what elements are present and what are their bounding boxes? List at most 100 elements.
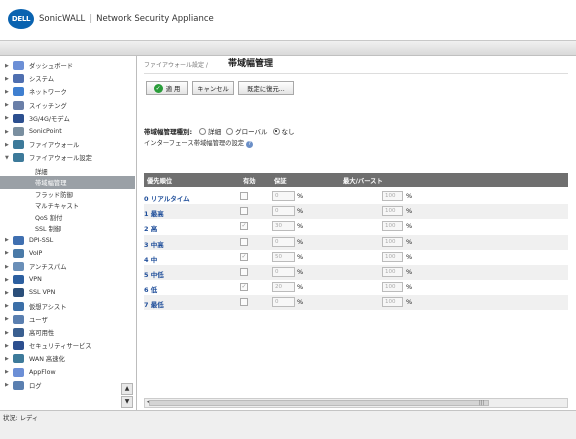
max-burst-input[interactable]: 100: [382, 297, 403, 308]
sidebar-item-ssl-vpn[interactable]: ▶ SSL VPN: [0, 286, 135, 299]
scroll-up-icon[interactable]: ▲: [121, 383, 133, 395]
priority-label[interactable]: 2 高: [144, 223, 157, 233]
sidebar-item-wan-acceleration[interactable]: ▶ WAN 高速化: [0, 352, 135, 365]
sidebar-item-appflow[interactable]: ▶ AppFlow: [0, 366, 135, 379]
max-burst-input[interactable]: 100: [382, 221, 403, 232]
expand-right-icon[interactable]: ▶: [5, 63, 9, 69]
enabled-checkbox[interactable]: [240, 237, 248, 246]
guaranteed-input[interactable]: 0: [272, 236, 295, 247]
restore-defaults-button[interactable]: 既定に復元...: [238, 81, 294, 95]
enabled-checkbox[interactable]: [240, 268, 248, 276]
guaranteed-input[interactable]: 50: [272, 251, 295, 262]
sidebar-item-switching[interactable]: ▶ スイッチング: [0, 99, 135, 112]
scrollbar-thumb[interactable]: [149, 400, 489, 406]
expand-down-icon[interactable]: ▼: [5, 155, 9, 161]
expand-right-icon[interactable]: ▶: [5, 369, 9, 375]
sidebar-item-firewall[interactable]: ▶ ファイアウォール: [0, 138, 135, 151]
breadcrumb[interactable]: ファイアウォール設定 /: [144, 60, 208, 69]
max-burst-input[interactable]: 100: [382, 236, 403, 247]
sidebar-item-virtual-assist[interactable]: ▶ 仮想アシスト: [0, 300, 135, 313]
guaranteed-input[interactable]: 0: [272, 206, 295, 217]
vpn-icon: [13, 275, 24, 285]
expand-right-icon[interactable]: ▶: [5, 142, 9, 148]
max-burst-input[interactable]: 100: [382, 191, 403, 201]
max-burst-input[interactable]: 100: [382, 206, 403, 217]
sidebar-item-label: 高可用性: [29, 330, 55, 337]
expand-right-icon[interactable]: ▶: [5, 277, 9, 283]
max-burst-input[interactable]: 100: [382, 267, 403, 277]
sidebar-item-system[interactable]: ▶ システム: [0, 72, 135, 85]
sidebar-item-log[interactable]: ▶ ログ: [0, 379, 135, 392]
expand-right-icon[interactable]: ▶: [5, 89, 9, 95]
guaranteed-input[interactable]: 0: [272, 297, 295, 308]
percent-label: %: [406, 237, 413, 246]
sidebar-item-sonicpoint[interactable]: ▶ SonicPoint: [0, 125, 135, 138]
guaranteed-input[interactable]: 0: [272, 191, 295, 201]
expand-right-icon[interactable]: ▶: [5, 115, 9, 121]
horizontal-scrollbar[interactable]: ◂ |||: [144, 398, 568, 408]
priority-label[interactable]: 7 最低: [144, 299, 164, 309]
col-enabled: 有効: [243, 178, 256, 185]
expand-right-icon[interactable]: ▶: [5, 356, 9, 362]
sidebar-item-high-availability[interactable]: ▶ 高可用性: [0, 326, 135, 339]
priority-label[interactable]: 1 最高: [144, 208, 164, 218]
expand-right-icon[interactable]: ▶: [5, 129, 9, 135]
expand-right-icon[interactable]: ▶: [5, 264, 9, 270]
expand-right-icon[interactable]: ▶: [5, 250, 9, 256]
radio-none[interactable]: [272, 127, 280, 135]
cancel-button[interactable]: キャンセル: [192, 81, 234, 95]
system-icon: [13, 74, 24, 84]
sidebar-item-firewall-settings[interactable]: ▼ ファイアウォール設定: [0, 151, 135, 164]
max-burst-input[interactable]: 100: [382, 251, 403, 262]
sidebar-item-vpn[interactable]: ▶ VPN: [0, 273, 135, 286]
help-icon[interactable]: ?: [246, 141, 254, 148]
expand-right-icon[interactable]: ▶: [5, 76, 9, 82]
priority-label[interactable]: 3 中高: [144, 239, 164, 249]
expand-right-icon[interactable]: ▶: [5, 316, 9, 322]
guaranteed-input[interactable]: 20: [272, 282, 295, 293]
col-max-burst: 最大/バースト: [343, 178, 383, 185]
table-row: 7 最低 0% 100%: [144, 295, 568, 311]
expand-right-icon[interactable]: ▶: [5, 290, 9, 296]
sidebar-item-security-services[interactable]: ▶ セキュリティサービス: [0, 339, 135, 352]
max-burst-input[interactable]: 100: [382, 282, 403, 293]
enabled-checkbox[interactable]: ✓: [240, 283, 248, 292]
enabled-checkbox[interactable]: [240, 207, 248, 216]
expand-right-icon[interactable]: ▶: [5, 343, 9, 349]
enabled-checkbox[interactable]: [240, 192, 248, 200]
enabled-checkbox[interactable]: [240, 298, 248, 307]
expand-right-icon[interactable]: ▶: [5, 330, 9, 336]
sidebar-item-users[interactable]: ▶ ユーザ: [0, 313, 135, 326]
interface-bandwidth-link[interactable]: インターフェース帯域幅管理の設定?: [144, 138, 254, 148]
network-icon: [13, 87, 24, 97]
sidebar-nav: ▶ ダッシュボード ▶ システム ▶ ネットワーク ▶ スイッチング ▶ 3G/4G/モデム ▶ So…: [0, 56, 137, 410]
sidebar-item-network[interactable]: ▶ ネットワーク: [0, 85, 135, 98]
security-services-icon: [13, 341, 24, 351]
sidebar-item-dpi-ssl[interactable]: ▶ DPI-SSL: [0, 234, 135, 247]
sidebar-item-dashboard[interactable]: ▶ ダッシュボード: [0, 59, 135, 72]
radio-advanced[interactable]: [199, 127, 207, 135]
scroll-down-icon[interactable]: ▼: [121, 396, 133, 408]
priority-label[interactable]: 0 リアルタイム: [144, 193, 190, 203]
enabled-checkbox[interactable]: ✓: [240, 252, 248, 261]
expand-right-icon[interactable]: ▶: [5, 382, 9, 388]
expand-right-icon[interactable]: ▶: [5, 102, 9, 108]
expand-right-icon[interactable]: ▶: [5, 303, 9, 309]
enabled-checkbox[interactable]: ✓: [240, 222, 248, 231]
expand-right-icon[interactable]: ▶: [5, 237, 9, 243]
priority-label[interactable]: 5 中低: [144, 269, 164, 279]
radio-global[interactable]: [226, 127, 234, 135]
sidebar-item-antispam[interactable]: ▶ アンチスパム: [0, 260, 135, 273]
guaranteed-input[interactable]: 30: [272, 221, 295, 232]
sidebar-item-voip[interactable]: ▶ VoIP: [0, 247, 135, 260]
apply-button[interactable]: ✓ 適 用: [146, 81, 188, 95]
brand-separator: |: [89, 14, 93, 24]
priority-label[interactable]: 6 低: [144, 284, 157, 294]
sidebar-subitem-label: 帯域幅管理: [35, 180, 67, 188]
priority-label[interactable]: 4 中: [144, 254, 157, 264]
guaranteed-input[interactable]: 0: [272, 267, 295, 277]
firewall-settings-icon: [13, 153, 24, 163]
wan-acceleration-icon: [13, 354, 24, 364]
radio-none-label: なし: [281, 128, 295, 136]
sidebar-item-modem[interactable]: ▶ 3G/4G/モデム: [0, 112, 135, 125]
